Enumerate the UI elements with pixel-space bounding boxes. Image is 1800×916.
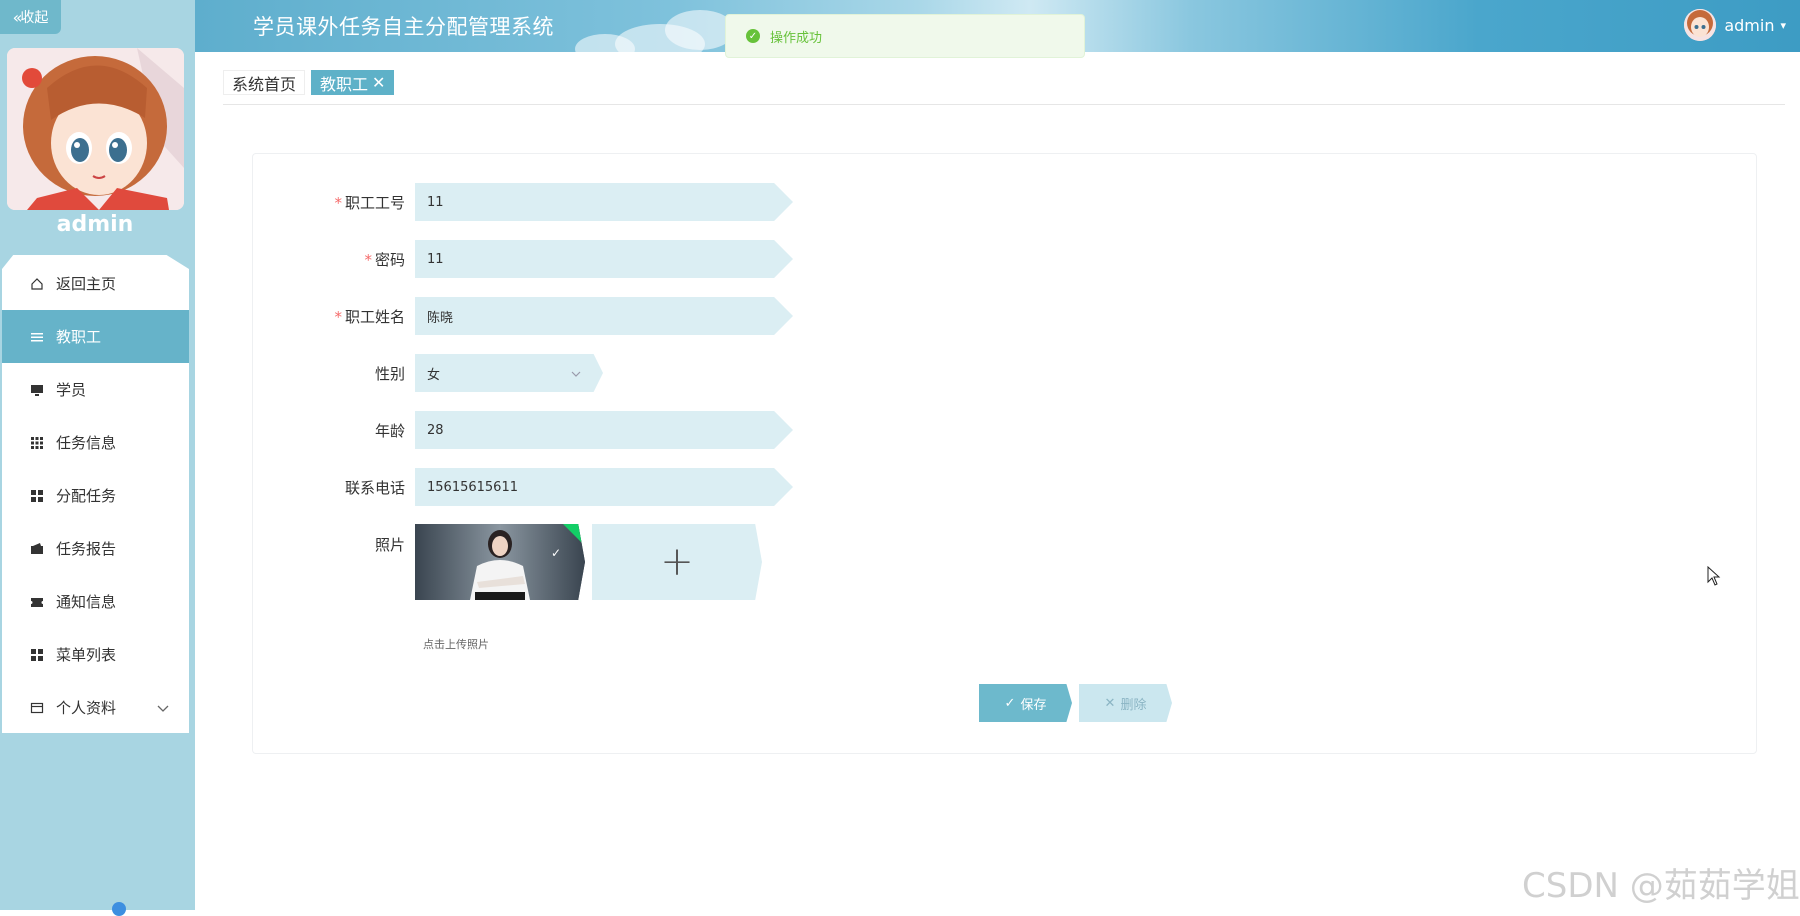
- collapse-label: 收起: [20, 10, 49, 26]
- menu-icon: [30, 330, 44, 344]
- tab-label: 教职工: [320, 74, 369, 94]
- anime-avatar-image: [7, 48, 184, 210]
- save-label: 保存: [1020, 697, 1047, 713]
- required-asterisk: *: [364, 250, 372, 269]
- password-input[interactable]: 11: [415, 240, 793, 278]
- profile-icon: [30, 701, 44, 715]
- form-row-gender: 性别 女: [253, 354, 603, 392]
- sidebar-item-profile[interactable]: 个人资料: [2, 681, 189, 733]
- phone-input[interactable]: 15615615611: [415, 468, 793, 506]
- upload-success-badge: [561, 524, 585, 548]
- form-row-photo: 照片 ✓ +: [253, 524, 762, 600]
- tab-staff[interactable]: 教职工 ✕: [311, 70, 395, 95]
- sidebar-item-students[interactable]: 学员: [2, 363, 189, 416]
- delete-button[interactable]: ✕ 删除: [1079, 684, 1172, 722]
- sidebar-item-label: 个人资料: [56, 699, 117, 717]
- chevron-down-icon: [157, 699, 169, 717]
- sidebar: « 收起 admin 返回主页 教职工 学员 任务信息 分配任务 任务报告 通知…: [0, 0, 195, 916]
- ticket-icon: [30, 595, 44, 609]
- age-input[interactable]: 28: [415, 411, 793, 449]
- apps-icon: [30, 489, 44, 503]
- form-label: 性别: [374, 364, 405, 383]
- toast-message: 操作成功: [770, 30, 823, 46]
- sidebar-item-label: 返回主页: [56, 275, 117, 293]
- sidebar-avatar: [7, 48, 184, 210]
- watermark: CSDN @茹茹学姐: [1522, 866, 1800, 906]
- check-circle-icon: ✓: [746, 29, 760, 43]
- app-title: 学员课外任务自主分配管理系统: [253, 15, 554, 39]
- chevron-down-icon: [571, 367, 581, 380]
- sidebar-item-label: 通知信息: [56, 593, 117, 611]
- delete-label: 删除: [1120, 697, 1147, 713]
- sidebar-item-task-info[interactable]: 任务信息: [2, 416, 189, 469]
- double-chevron-left-icon: «: [12, 7, 23, 27]
- gender-value: 女: [427, 367, 441, 383]
- sidebar-username: admin: [56, 212, 134, 237]
- sidebar-item-label: 教职工: [56, 328, 102, 346]
- staff-name-input[interactable]: 陈晓: [415, 297, 793, 335]
- form-label: * 职工工号: [334, 193, 405, 212]
- check-icon: ✓: [1004, 695, 1016, 711]
- form-label: * 密码: [364, 250, 405, 269]
- save-button[interactable]: ✓ 保存: [979, 684, 1072, 722]
- grid-icon: [30, 436, 44, 450]
- required-asterisk: *: [334, 307, 342, 326]
- plus-icon: +: [660, 539, 694, 585]
- form-label: 联系电话: [344, 478, 405, 497]
- close-icon: ✕: [1104, 695, 1116, 711]
- sidebar-item-label: 任务信息: [56, 434, 117, 452]
- apps-icon: [30, 648, 44, 662]
- photo-hint: 点击上传照片: [423, 638, 489, 651]
- scroll-handle[interactable]: [112, 902, 126, 916]
- sidebar-nav: 返回主页 教职工 学员 任务信息 分配任务 任务报告 通知信息 菜单列表 个人资…: [2, 255, 189, 733]
- sidebar-item-staff[interactable]: 教职工: [2, 310, 189, 363]
- required-asterisk: *: [334, 193, 342, 212]
- form-label: 照片: [374, 536, 405, 554]
- form-label: 年龄: [374, 421, 405, 440]
- mouse-cursor-icon: [1707, 565, 1721, 590]
- staff-id-input[interactable]: 11: [415, 183, 793, 221]
- form-row-phone: 联系电话 15615615611: [253, 468, 793, 506]
- staff-photo-image: [415, 524, 585, 600]
- sidebar-item-task-report[interactable]: 任务报告: [2, 522, 189, 575]
- check-icon: ✓: [550, 546, 561, 560]
- staff-form-card: * 职工工号 11 * 密码 11 * 职工姓名 陈晓 性别 女 年龄 28 联系电话…: [252, 153, 1757, 754]
- avatar: [1684, 9, 1717, 41]
- collapse-button[interactable]: « 收起: [0, 0, 61, 34]
- sidebar-item-notices[interactable]: 通知信息: [2, 575, 189, 628]
- tabs-divider: [223, 104, 1785, 105]
- wallet-icon: [30, 542, 44, 556]
- close-icon[interactable]: ✕: [372, 73, 385, 92]
- form-label: * 职工姓名: [334, 307, 405, 326]
- sidebar-item-label: 学员: [56, 381, 87, 399]
- breadcrumb-tabs: 系统首页 教职工 ✕: [223, 70, 395, 95]
- success-toast: ✓ 操作成功: [725, 14, 1085, 58]
- sidebar-item-label: 任务报告: [56, 540, 117, 558]
- tab-label: 系统首页: [232, 74, 297, 94]
- sidebar-item-menu-list[interactable]: 菜单列表: [2, 628, 189, 681]
- sidebar-item-label: 菜单列表: [56, 646, 117, 664]
- tab-home[interactable]: 系统首页: [223, 70, 306, 95]
- sidebar-item-label: 分配任务: [56, 487, 117, 505]
- sidebar-item-home[interactable]: 返回主页: [2, 257, 189, 310]
- header-username: admin: [1724, 15, 1775, 35]
- photo-upload-button[interactable]: +: [592, 524, 762, 600]
- sidebar-item-assign-task[interactable]: 分配任务: [2, 469, 189, 522]
- user-menu[interactable]: admin ▾: [1684, 9, 1786, 41]
- chevron-down-icon: ▾: [1780, 18, 1786, 32]
- form-row-age: 年龄 28: [253, 411, 793, 449]
- gender-select[interactable]: 女: [415, 354, 603, 392]
- form-row-staff-name: * 职工姓名 陈晓: [253, 297, 793, 335]
- uploaded-photo[interactable]: ✓: [415, 524, 585, 600]
- monitor-icon: [30, 383, 44, 397]
- home-icon: [30, 277, 44, 291]
- form-row-staff-id: * 职工工号 11: [253, 183, 793, 221]
- form-row-password: * 密码 11: [253, 240, 793, 278]
